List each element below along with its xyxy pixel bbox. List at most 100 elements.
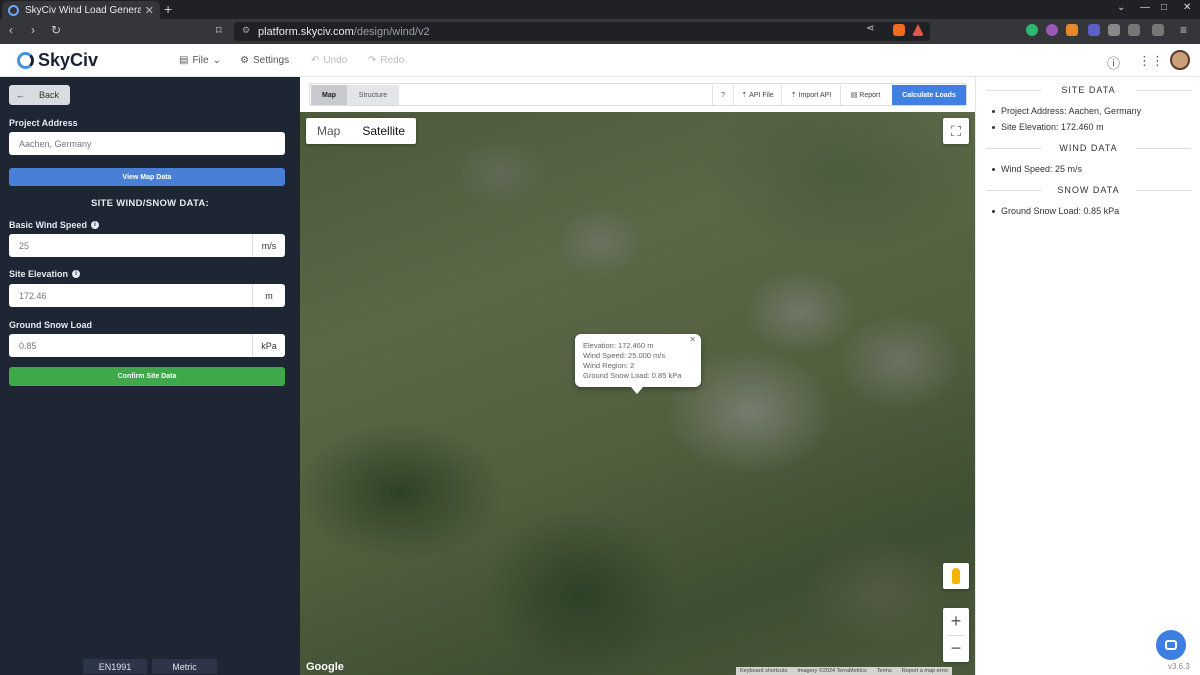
back-button[interactable]: ← Back <box>9 85 70 105</box>
snow-load-value: 0.85 <box>19 340 37 351</box>
upload-icon: ⇡ <box>741 92 748 99</box>
wind-speed-label-text: Basic Wind Speed <box>9 220 87 230</box>
grammarly-extension-icon[interactable] <box>1026 24 1038 36</box>
street-view-pegman-icon[interactable] <box>943 563 969 589</box>
bookmark-icon[interactable]: ⌑ <box>216 24 222 37</box>
tab-list-icon[interactable]: ⌄ <box>1117 2 1125 13</box>
brave-shield-icon[interactable] <box>893 24 905 36</box>
back-nav-icon[interactable]: ‹ <box>9 23 13 37</box>
version-label: v3.6.3 <box>1168 662 1190 671</box>
map-type-control: Map Satellite <box>306 118 417 144</box>
metamask-extension-icon[interactable] <box>1066 24 1078 36</box>
wind-speed-item: Wind Speed: 25 m/s <box>1001 164 1083 174</box>
undo-label: Undo <box>323 55 348 66</box>
maximize-icon[interactable]: □ <box>1161 2 1167 13</box>
site-info-icon[interactable]: ⚙ <box>242 25 250 36</box>
import-api-label: Import API <box>798 91 832 99</box>
design-code-button[interactable]: EN1991 <box>83 659 147 674</box>
snow-load-input[interactable]: 0.85 kPa <box>9 334 285 357</box>
map-toolbar: Map Structure ? ⇡ API File ⇡ Import API … <box>309 83 967 106</box>
new-tab-icon[interactable]: + <box>164 1 172 17</box>
address-bar[interactable]: ⌑ ⚙ platform.skyciv.com/design/wind/v2 <box>216 22 930 41</box>
list-item: Wind Speed: 25 m/s <box>992 164 1082 174</box>
file-menu[interactable]: ▤ File ⌄ <box>179 55 221 66</box>
tab-map[interactable]: Map <box>311 85 347 105</box>
redo-label: Redo <box>380 55 405 66</box>
wind-data-heading: WIND DATA <box>986 143 1191 153</box>
info-icon[interactable]: i <box>72 270 81 278</box>
extensions-icon[interactable] <box>1108 24 1120 36</box>
color-extension-icon[interactable] <box>1046 24 1058 36</box>
report-button[interactable]: ▤ Report <box>840 85 890 105</box>
a-extension-icon[interactable] <box>1088 24 1100 36</box>
close-icon[interactable]: ✕ <box>689 335 696 345</box>
elevation-label-text: Site Elevation <box>9 269 69 279</box>
skyciv-favicon-icon <box>8 4 19 16</box>
undo-button[interactable]: ↶ Undo <box>311 55 347 66</box>
close-window-icon[interactable]: ✕ <box>1183 2 1191 13</box>
api-file-button[interactable]: ⇡ API File <box>733 85 781 105</box>
gear-icon: ⚙ <box>240 55 249 66</box>
fullscreen-icon[interactable]: ⛶ <box>943 118 969 144</box>
units-button[interactable]: Metric <box>152 659 217 674</box>
project-address-label: Project Address <box>9 118 78 128</box>
help-icon[interactable]: ⓘ <box>1107 53 1120 72</box>
close-tab-icon[interactable]: ✕ <box>145 4 154 17</box>
terms-link[interactable]: Terms <box>877 668 892 674</box>
reload-icon[interactable]: ↻ <box>51 23 61 37</box>
forward-nav-icon[interactable]: › <box>31 23 35 37</box>
report-error-link[interactable]: Report a map error <box>902 668 948 674</box>
confirm-site-data-button[interactable]: Confirm Site Data <box>9 367 285 386</box>
project-address-input[interactable]: Aachen, Germany <box>9 132 285 155</box>
confirm-site-data-label: Confirm Site Data <box>117 373 177 380</box>
wallet-icon[interactable] <box>1152 24 1164 36</box>
redo-button[interactable]: ↷ Redo <box>368 55 404 66</box>
view-map-data-button[interactable]: View Map Data <box>9 168 285 186</box>
browser-tab-bar: SkyCiv Wind Load Genera ✕ + ⌄ — □ ✕ <box>0 0 1200 19</box>
arrow-left-icon: ← <box>16 90 25 100</box>
wind-speed-label: Basic Wind Speed i <box>9 220 99 230</box>
list-item: Site Elevation: 172.460 m <box>992 122 1104 132</box>
chat-support-button[interactable] <box>1156 630 1186 660</box>
info-wind-region: Wind Region: 2 <box>583 361 635 370</box>
help-button[interactable]: ? <box>712 85 733 105</box>
tab-structure[interactable]: Structure <box>347 85 399 105</box>
google-logo: Google <box>306 661 344 673</box>
brand-name: SkyCiv <box>38 50 99 70</box>
sidebar-toggle-icon[interactable] <box>1128 24 1140 36</box>
skyciv-logo[interactable]: SkyCiv <box>17 50 98 71</box>
chat-icon <box>1165 640 1177 650</box>
minimize-icon[interactable]: — <box>1140 2 1150 13</box>
settings-menu-label: Settings <box>252 55 290 66</box>
settings-menu[interactable]: ⚙ Settings <box>240 55 289 66</box>
apps-grid-icon[interactable]: ⋮⋮ <box>1138 53 1164 69</box>
user-avatar[interactable] <box>1170 50 1190 70</box>
keyboard-shortcuts-link[interactable]: Keyboard shortcuts <box>740 668 787 674</box>
list-item: Project Address: Aachen, Germany <box>992 106 1141 116</box>
site-data-heading: SITE DATA <box>986 85 1191 95</box>
import-api-button[interactable]: ⇡ Import API <box>781 85 840 105</box>
report-label: Report <box>859 91 881 99</box>
info-icon[interactable]: i <box>90 221 99 229</box>
file-menu-label: File <box>192 55 209 66</box>
elevation-value: 172.46 <box>19 290 47 301</box>
calculate-loads-button[interactable]: Calculate Loads <box>892 85 966 105</box>
zoom-in-icon[interactable]: + <box>943 608 969 635</box>
site-address-item: Project Address: Aachen, Germany <box>1001 106 1142 116</box>
browser-menu-icon[interactable]: ≡ <box>1180 23 1187 37</box>
snow-data-heading: SNOW DATA <box>986 185 1191 195</box>
map-type-map-button[interactable]: Map <box>306 118 351 144</box>
view-map-data-label: View Map Data <box>122 173 172 181</box>
bullet <box>992 167 995 171</box>
zoom-out-icon[interactable]: − <box>943 635 969 662</box>
share-icon[interactable]: ⋖ <box>866 23 874 34</box>
url-host: platform.skyciv.com <box>258 25 354 38</box>
elevation-input[interactable]: 172.46 m <box>9 284 285 307</box>
browser-tab[interactable]: SkyCiv Wind Load Genera ✕ <box>2 1 160 19</box>
skyciv-logo-icon <box>17 52 34 69</box>
map-type-satellite-button[interactable]: Satellite <box>351 118 416 144</box>
wind-speed-input[interactable]: 25 m/s <box>9 234 285 257</box>
right-data-panel: SITE DATA Project Address: Aachen, Germa… <box>975 77 1200 675</box>
url-path: /design/wind/v2 <box>353 25 430 38</box>
api-file-label: API File <box>749 91 774 99</box>
